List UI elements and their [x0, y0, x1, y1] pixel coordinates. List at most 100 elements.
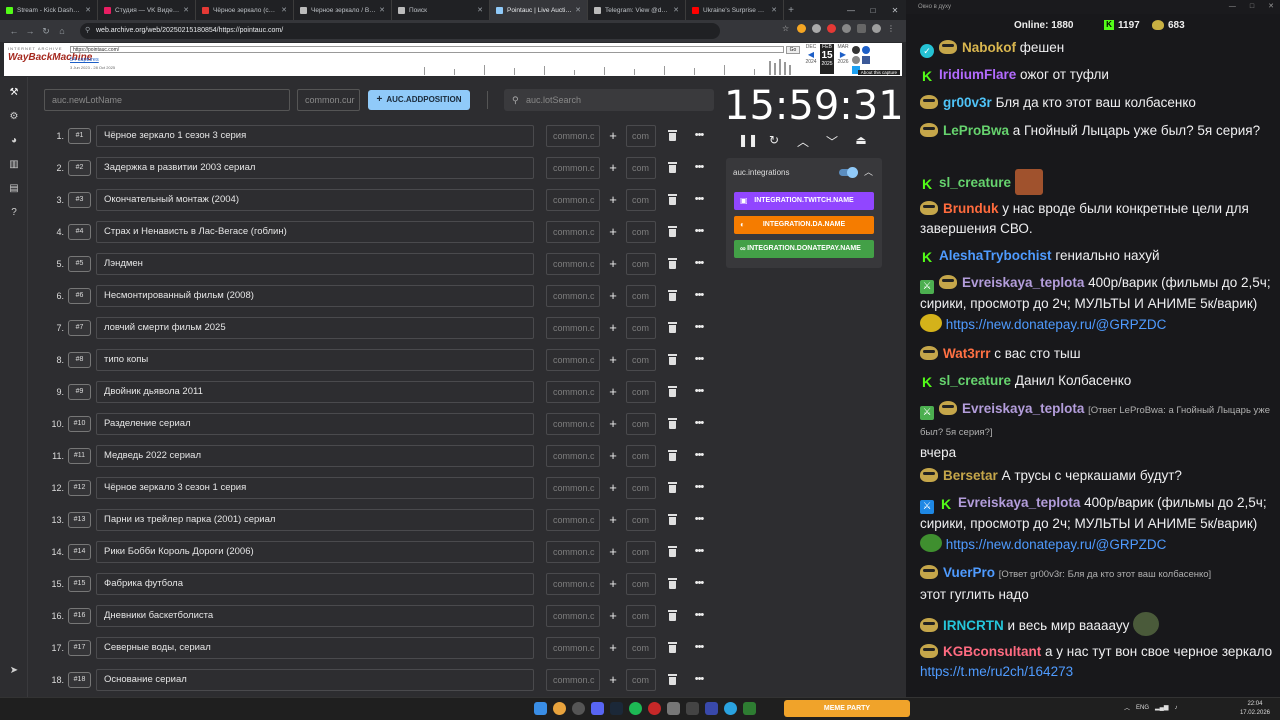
lot-name-input[interactable]: Дневники баскетболиста — [96, 605, 534, 627]
chrome-icon[interactable] — [553, 702, 566, 715]
wheel-icon[interactable]: ◕ — [8, 135, 20, 147]
more-icon[interactable]: ••• — [692, 189, 706, 209]
browser-tab[interactable]: Stream - Kick Dashboard✕ — [0, 0, 98, 20]
chat-username[interactable]: AleshaTrybochist — [939, 248, 1052, 263]
close-icon[interactable]: ✕ — [281, 6, 287, 14]
extension-icon[interactable] — [797, 24, 806, 33]
lot-add-amount-input[interactable]: com — [626, 541, 656, 563]
more-icon[interactable]: ••• — [692, 381, 706, 401]
browser-tab[interactable]: Pointauc | Live Auction ✕ — [490, 0, 588, 20]
trash-icon[interactable] — [668, 482, 677, 493]
minimize-icon[interactable]: — — [1229, 0, 1236, 14]
help-icon[interactable] — [862, 46, 870, 54]
lot-amount-input[interactable]: common.c — [546, 445, 600, 467]
chat-username[interactable]: Evreiskaya_teplota — [962, 401, 1084, 416]
chat-username[interactable]: Brunduk — [943, 201, 999, 216]
lot-amount-input[interactable]: common.c — [546, 637, 600, 659]
lot-amount-input[interactable]: common.c — [546, 157, 600, 179]
more-icon[interactable]: ••• — [692, 541, 706, 561]
lot-id-badge[interactable]: #3 — [68, 192, 91, 208]
integration-button[interactable]: ∞ INTEGRATION.DONATEPAY.NAME — [734, 240, 874, 258]
telegram-icon[interactable]: ➤ — [8, 665, 20, 677]
capture-sparkline[interactable] — [414, 57, 814, 75]
stats-icon[interactable]: ▥ — [8, 159, 20, 171]
lot-add-amount-input[interactable]: com — [626, 221, 656, 243]
lot-amount-input[interactable]: common.c — [546, 253, 600, 275]
chat-username[interactable]: sl_creature — [939, 373, 1011, 388]
lot-name-input[interactable]: Медведь 2022 сериал — [96, 445, 534, 467]
trash-icon[interactable] — [668, 194, 677, 205]
minimize-icon[interactable]: — — [840, 6, 862, 15]
close-icon[interactable]: ✕ — [85, 6, 91, 14]
lot-name-input[interactable]: Несмонтированный фильм (2008) — [96, 285, 534, 307]
lot-name-input[interactable]: Чёрное зеркало 3 сезон 1 серия — [96, 477, 534, 499]
close-icon[interactable]: ✕ — [379, 6, 385, 14]
tray-chevron-icon[interactable]: ︿ — [1124, 703, 1130, 712]
more-icon[interactable]: ••• — [692, 125, 706, 145]
chat-username[interactable]: Evreiskaya_teplota — [962, 275, 1084, 290]
trash-icon[interactable] — [668, 226, 677, 237]
lot-add-amount-input[interactable]: com — [626, 157, 656, 179]
lot-id-badge[interactable]: #5 — [68, 256, 91, 272]
history-icon[interactable]: ▤ — [8, 183, 20, 195]
trash-icon[interactable] — [668, 514, 677, 525]
chat-username[interactable]: LeProBwa — [943, 123, 1009, 138]
trash-icon[interactable] — [668, 258, 677, 269]
calendar-prev-month[interactable]: DEC ◀ 2024 — [804, 44, 818, 74]
trash-icon[interactable] — [668, 162, 677, 173]
calendar-next-month[interactable]: MAR ▶ 2026 — [836, 44, 850, 74]
app-icon[interactable] — [686, 702, 699, 715]
chat-username[interactable]: Bersetar — [943, 468, 998, 483]
lot-name-input[interactable]: ловчий смерти фильм 2025 — [96, 317, 534, 339]
trash-icon[interactable] — [668, 130, 677, 141]
lot-id-badge[interactable]: #10 — [68, 416, 91, 432]
lot-name-input[interactable]: Рики Бобби Король Дороги (2006) — [96, 541, 534, 563]
discord-icon[interactable] — [591, 702, 604, 715]
extension-icon[interactable] — [827, 24, 836, 33]
meme-party-widget[interactable]: MEME PARTY — [784, 700, 910, 717]
more-icon[interactable]: ••• — [692, 285, 706, 305]
trash-icon[interactable] — [668, 450, 677, 461]
lot-id-badge[interactable]: #13 — [68, 512, 91, 528]
app-icon[interactable] — [743, 702, 756, 715]
browser-tab[interactable]: Чёрное зеркало (сериал)✕ — [196, 0, 294, 20]
lot-name-input[interactable]: Двойник дьявола 2011 — [96, 381, 534, 403]
lot-id-badge[interactable]: #9 — [68, 384, 91, 400]
new-tab-button[interactable]: + — [784, 5, 798, 16]
lot-amount-input[interactable]: common.c — [546, 381, 600, 403]
plus-icon[interactable]: + — [606, 605, 620, 627]
plus-icon[interactable]: + — [606, 381, 620, 403]
trash-icon[interactable] — [668, 642, 677, 653]
chat-username[interactable]: gr00v3r — [943, 95, 992, 110]
lot-name-input[interactable]: Задержка в развитии 2003 сериал — [96, 157, 534, 179]
more-icon[interactable]: ••• — [692, 413, 706, 433]
chat-username[interactable]: Evreiskaya_teplota — [958, 495, 1080, 510]
lot-id-badge[interactable]: #2 — [68, 160, 91, 176]
chat-username[interactable]: Nabokof — [962, 40, 1016, 55]
lot-id-badge[interactable]: #14 — [68, 544, 91, 560]
wayback-url-input[interactable]: https://pointauc.com/ — [70, 46, 784, 53]
lot-id-badge[interactable]: #8 — [68, 352, 91, 368]
lot-add-amount-input[interactable]: com — [626, 413, 656, 435]
lot-name-input[interactable]: Лэндмен — [96, 253, 534, 275]
gavel-icon[interactable]: ⚒ — [8, 87, 20, 99]
chat-link[interactable]: https://new.donatepay.ru/@GRPZDC — [946, 317, 1167, 332]
trash-icon[interactable] — [668, 386, 677, 397]
captures-link[interactable]: 54 captures — [70, 57, 99, 63]
new-lot-input[interactable]: auc.newLotName — [44, 89, 290, 111]
plus-icon[interactable]: + — [606, 125, 620, 147]
more-icon[interactable]: ••• — [692, 221, 706, 241]
taskbar-clock[interactable]: 22:04 17.02.2026 — [1240, 700, 1270, 718]
browser-tab[interactable]: Студия — VK Видео Live✕ — [98, 0, 196, 20]
lot-add-amount-input[interactable]: com — [626, 445, 656, 467]
plus-icon[interactable]: + — [606, 573, 620, 595]
lot-add-amount-input[interactable]: com — [626, 605, 656, 627]
plus-icon[interactable]: + — [606, 445, 620, 467]
close-icon[interactable]: ✕ — [884, 6, 906, 15]
chevron-up-icon[interactable]: ︿ — [864, 165, 873, 178]
lot-add-amount-input[interactable]: com — [626, 285, 656, 307]
lot-amount-input[interactable]: common.c — [546, 285, 600, 307]
trash-icon[interactable] — [668, 418, 677, 429]
puzzle-icon[interactable] — [857, 24, 866, 33]
chat-username[interactable]: IridiumFlare — [939, 67, 1016, 82]
